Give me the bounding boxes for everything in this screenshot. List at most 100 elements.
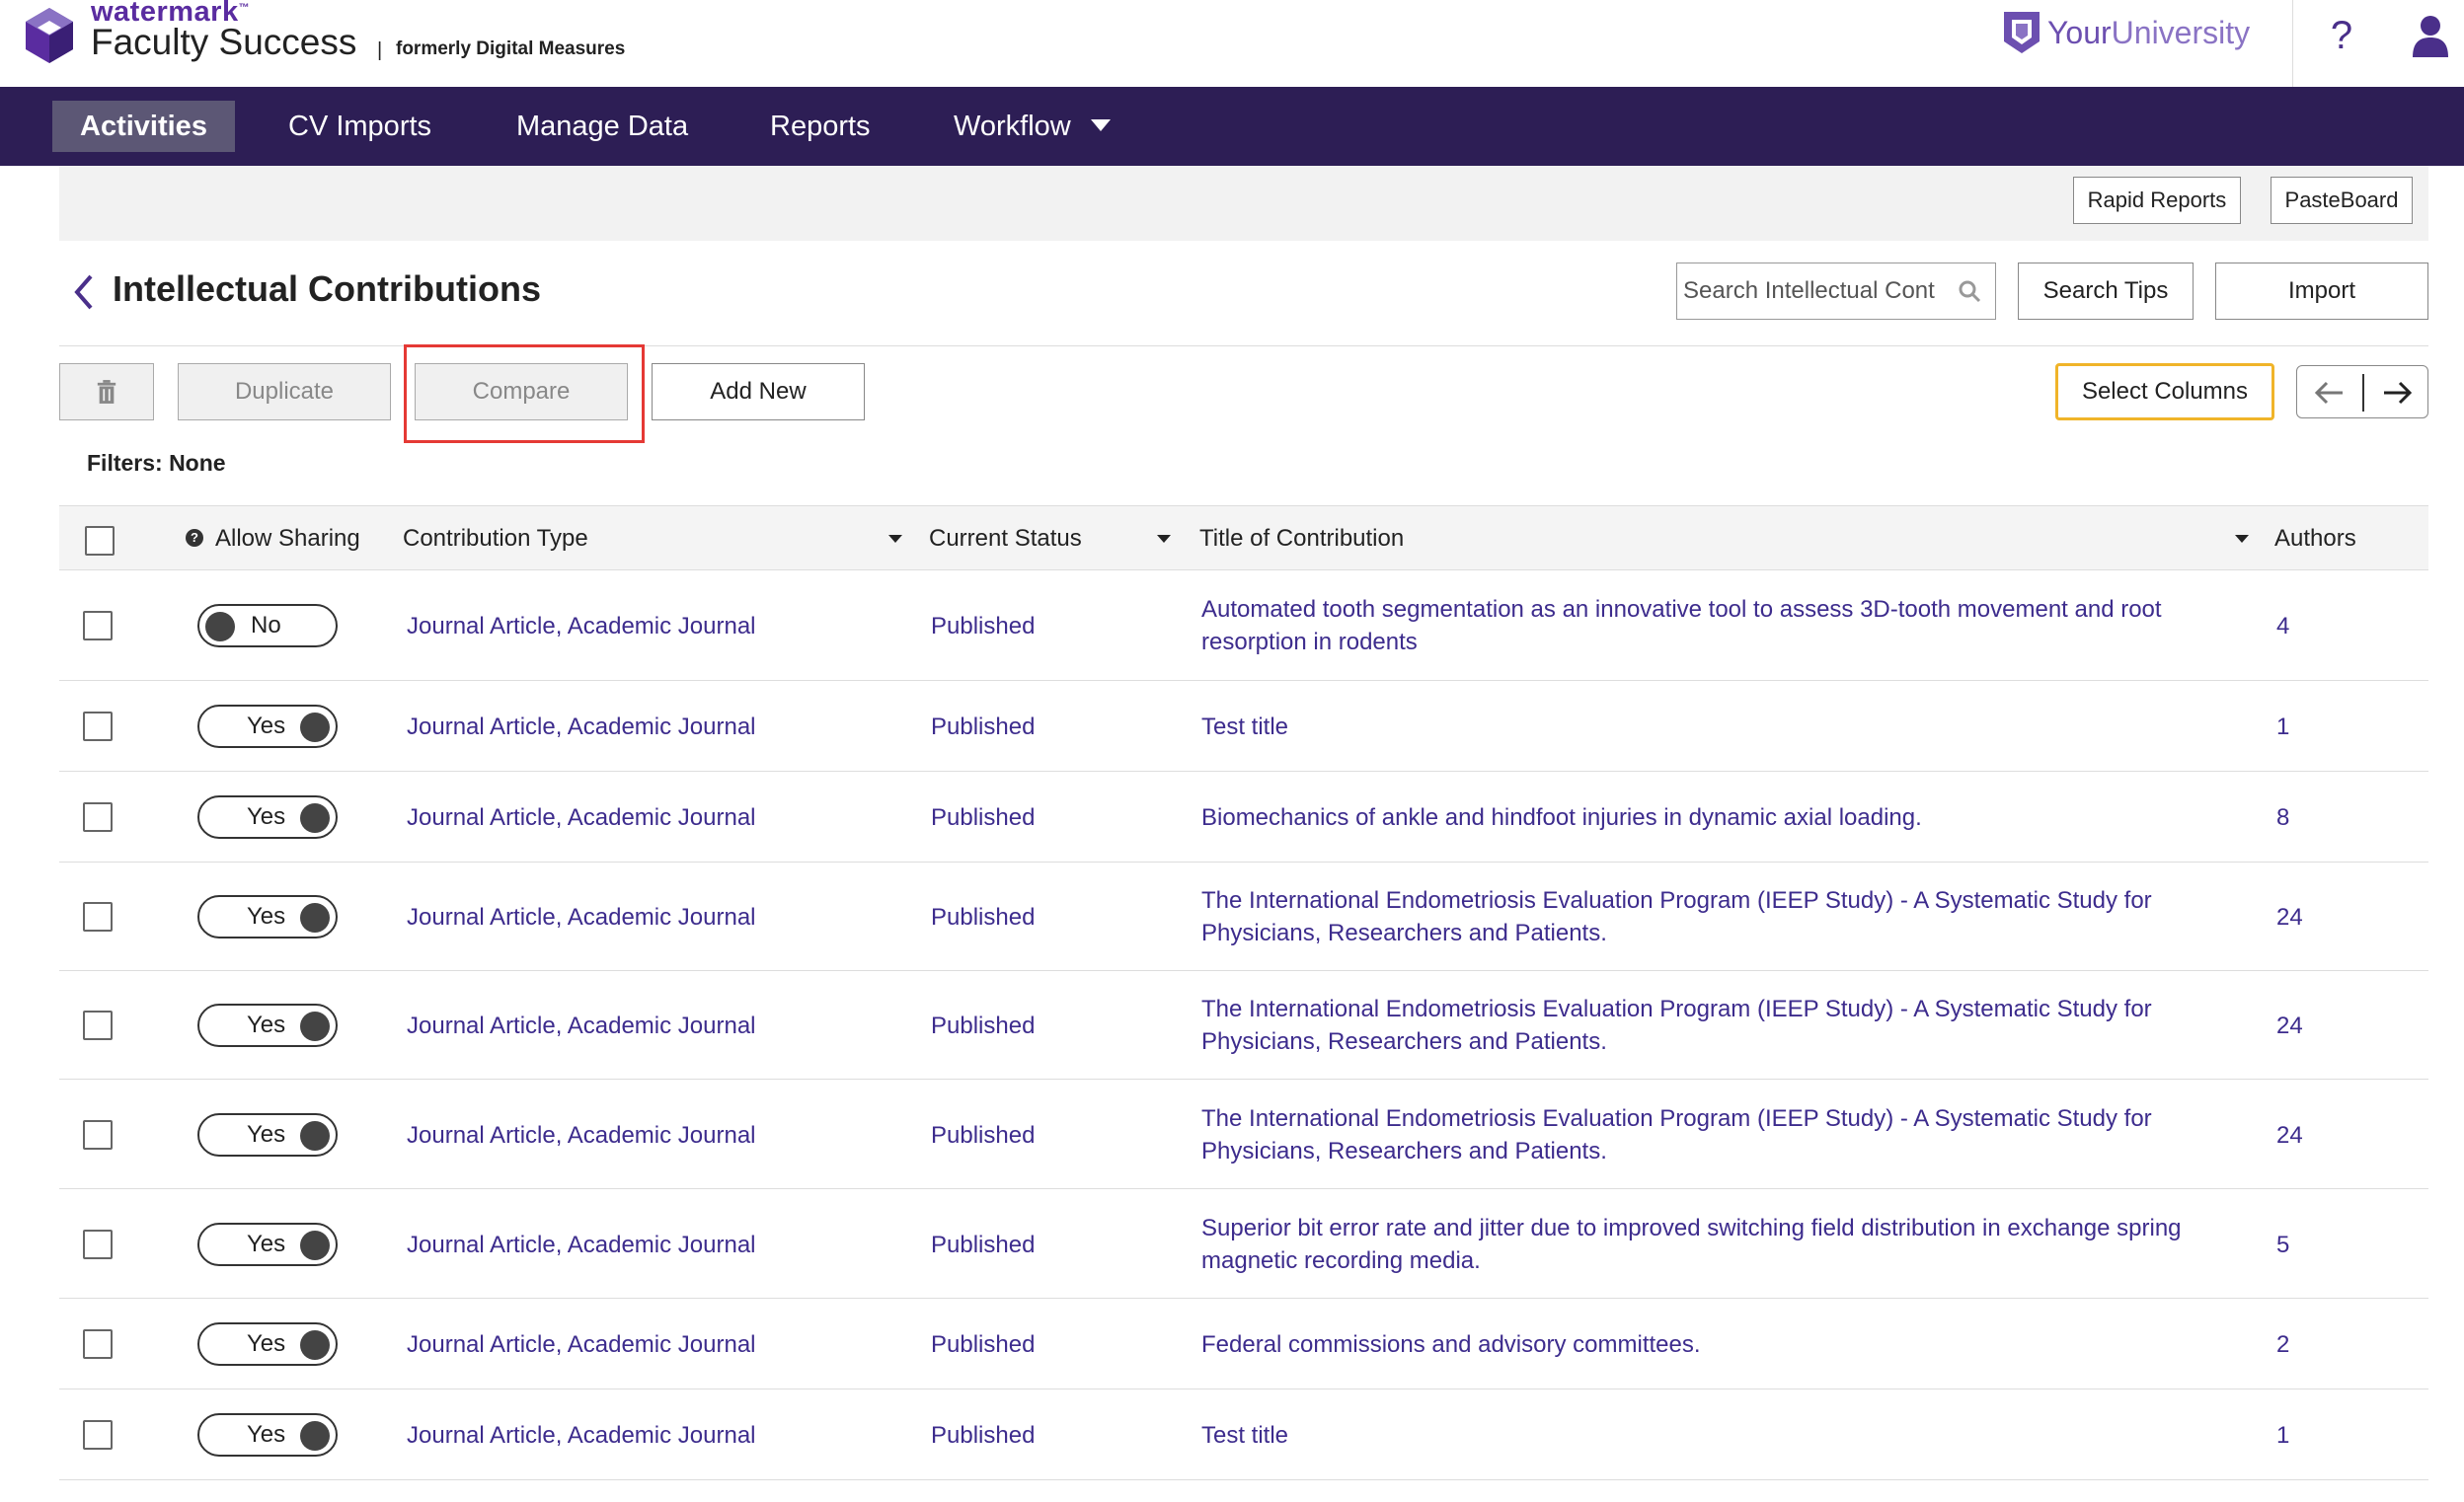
arrow-divider (2362, 374, 2364, 412)
add-new-button[interactable]: Add New (652, 363, 865, 420)
search-tips-button[interactable]: Search Tips (2018, 263, 2194, 320)
title-link[interactable]: Superior bit error rate and jitter due t… (1201, 1212, 2307, 1277)
contribution-type-link[interactable]: Journal Article, Academic Journal (407, 610, 756, 642)
title-link[interactable]: Federal commissions and advisory committ… (1201, 1328, 2307, 1361)
contribution-type-link[interactable]: Journal Article, Academic Journal (407, 801, 756, 834)
table-row[interactable]: Yes Journal Article, Academic Journal Publ… (59, 971, 2428, 1080)
authors-count[interactable]: 1 (2276, 1419, 2289, 1452)
row-checkbox[interactable] (83, 611, 113, 640)
contribution-type-link[interactable]: Journal Article, Academic Journal (407, 1010, 756, 1042)
contribution-type-link[interactable]: Journal Article, Academic Journal (407, 1328, 756, 1361)
status-link[interactable]: Published (931, 1328, 1035, 1361)
authors-count[interactable]: 24 (2276, 1010, 2303, 1042)
authors-count[interactable]: 4 (2276, 610, 2289, 642)
row-checkbox[interactable] (83, 802, 113, 832)
toggle-label: Yes (247, 713, 286, 739)
sort-caret-icon[interactable] (2235, 535, 2249, 543)
table-row[interactable]: No Journal Article, Academic Journal Publi… (59, 570, 2428, 681)
nav-cv-imports[interactable]: CV Imports (261, 101, 459, 152)
compare-highlight (404, 344, 645, 443)
sharing-toggle[interactable]: Yes (197, 795, 338, 839)
nav-workflow[interactable]: Workflow (926, 101, 1138, 152)
table-row[interactable]: Yes Journal Article, Academic Journal Publ… (59, 1299, 2428, 1389)
status-link[interactable]: Published (931, 801, 1035, 834)
chevron-left-icon[interactable] (71, 272, 95, 312)
sharing-toggle[interactable]: Yes (197, 1112, 338, 1157)
rapid-reports-button[interactable]: Rapid Reports (2073, 177, 2241, 224)
table-row[interactable]: Yes Journal Article, Academic Journal Publ… (59, 1080, 2428, 1189)
row-checkbox[interactable] (83, 1420, 113, 1450)
status-link[interactable]: Published (931, 1119, 1035, 1152)
row-checkbox[interactable] (83, 1329, 113, 1359)
toggle-label: Yes (247, 1120, 286, 1148)
sharing-toggle[interactable]: Yes (197, 1322, 338, 1366)
info-icon[interactable]: ? (186, 528, 203, 547)
sharing-toggle[interactable]: Yes (197, 705, 338, 748)
search-input[interactable] (1683, 263, 1950, 319)
title-link[interactable]: Test title (1201, 711, 2307, 743)
status-link[interactable]: Published (931, 901, 1035, 934)
contribution-type-link[interactable]: Journal Article, Academic Journal (407, 1229, 756, 1261)
status-link[interactable]: Published (931, 610, 1035, 642)
sort-caret-icon[interactable] (888, 535, 902, 543)
status-link[interactable]: Published (931, 1229, 1035, 1261)
university-logo: YourUniversity (2000, 8, 2250, 57)
authors-count[interactable]: 2 (2276, 1328, 2289, 1361)
table-row[interactable]: Yes Journal Article, Academic Journal Publ… (59, 772, 2428, 863)
import-button[interactable]: Import (2215, 263, 2428, 320)
title-link[interactable]: Biomechanics of ankle and hindfoot injur… (1201, 801, 2307, 834)
nav-activities[interactable]: Activities (52, 101, 235, 152)
title-link[interactable]: The International Endometriosis Evaluati… (1201, 993, 2307, 1058)
header-current-status[interactable]: Current Status (929, 506, 1082, 571)
select-all-checkbox[interactable] (85, 526, 115, 556)
sort-caret-icon[interactable] (1157, 535, 1171, 543)
authors-count[interactable]: 1 (2276, 711, 2289, 743)
title-link[interactable]: Test title (1201, 1419, 2307, 1452)
sharing-toggle[interactable]: No (197, 604, 338, 647)
title-link[interactable]: The International Endometriosis Evaluati… (1201, 884, 2307, 949)
arrow-right-icon[interactable] (2380, 376, 2414, 410)
sharing-toggle[interactable]: Yes (197, 1413, 338, 1457)
authors-count[interactable]: 24 (2276, 901, 2303, 934)
row-checkbox[interactable] (83, 1119, 113, 1150)
pasteboard-button[interactable]: PasteBoard (2271, 177, 2413, 224)
authors-count[interactable]: 8 (2276, 801, 2289, 834)
user-icon[interactable] (2409, 12, 2452, 61)
select-columns-button[interactable]: Select Columns (2055, 363, 2274, 420)
duplicate-button[interactable]: Duplicate (178, 363, 391, 420)
title-link[interactable]: Automated tooth segmentation as an innov… (1201, 593, 2307, 658)
status-link[interactable]: Published (931, 711, 1035, 743)
delete-button[interactable] (59, 363, 154, 420)
header-authors[interactable]: Authors (2274, 506, 2356, 571)
contribution-type-link[interactable]: Journal Article, Academic Journal (407, 1419, 756, 1452)
sharing-toggle[interactable]: Yes (197, 1004, 338, 1047)
authors-count[interactable]: 5 (2276, 1229, 2289, 1261)
contribution-type-link[interactable]: Journal Article, Academic Journal (407, 901, 756, 934)
title-line-1: Biomechanics of ankle and hindfoot injur… (1201, 804, 1922, 831)
row-checkbox[interactable] (83, 712, 113, 741)
status-link[interactable]: Published (931, 1010, 1035, 1042)
nav-manage-data[interactable]: Manage Data (489, 101, 716, 152)
header-title[interactable]: Title of Contribution (1199, 506, 1404, 571)
nav-reports[interactable]: Reports (742, 101, 898, 152)
table-row[interactable]: Yes Journal Article, Academic Journal Publ… (59, 681, 2428, 772)
row-checkbox[interactable] (83, 1011, 113, 1040)
search-field[interactable] (1676, 263, 1996, 320)
header-contribution-type[interactable]: Contribution Type (403, 506, 588, 571)
help-icon[interactable]: ? (2320, 10, 2363, 61)
table-row[interactable]: Yes Journal Article, Academic Journal Publ… (59, 863, 2428, 971)
search-icon[interactable] (1958, 279, 1981, 303)
row-checkbox[interactable] (83, 902, 113, 932)
table-row[interactable]: Yes Journal Article, Academic Journal Publ… (59, 1389, 2428, 1480)
sharing-toggle[interactable]: Yes (197, 1222, 338, 1266)
table-row[interactable]: Yes Journal Article, Academic Journal Publ… (59, 1189, 2428, 1299)
arrow-left-icon[interactable] (2313, 376, 2347, 410)
sharing-toggle[interactable]: Yes (197, 895, 338, 939)
contribution-type-link[interactable]: Journal Article, Academic Journal (407, 711, 756, 743)
authors-count[interactable]: 24 (2276, 1119, 2303, 1152)
contribution-type-link[interactable]: Journal Article, Academic Journal (407, 1119, 756, 1152)
toggle-knob (205, 612, 235, 641)
status-link[interactable]: Published (931, 1419, 1035, 1452)
title-link[interactable]: The International Endometriosis Evaluati… (1201, 1102, 2307, 1167)
row-checkbox[interactable] (83, 1229, 113, 1259)
